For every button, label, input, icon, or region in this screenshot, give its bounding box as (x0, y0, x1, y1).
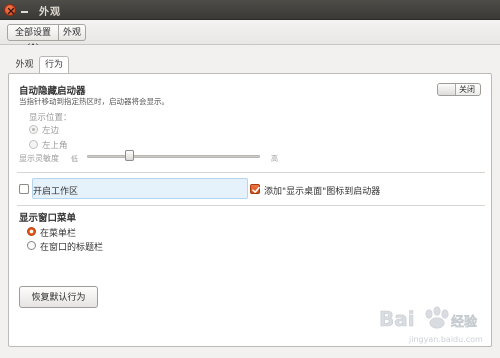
autohide-title: 自动隐藏启动器 (19, 86, 86, 97)
menu-in-titlebar-label: 在窗口的标题栏 (40, 243, 104, 253)
position-left-radio[interactable] (29, 125, 38, 134)
window-menu-title: 显示窗口菜单 (19, 213, 77, 224)
restore-defaults-button[interactable]: 恢复默认行为 (19, 286, 98, 308)
all-settings-button[interactable]: 全部设置(A) (7, 24, 59, 52)
autohide-description: 当指针移动到指定热区时，启动器将会显示。 (19, 97, 169, 106)
svg-text:Bai: Bai (379, 307, 415, 331)
show-desktop-label: 添加"显示桌面"图标到启动器 (264, 187, 381, 197)
breadcrumb-current[interactable]: 外观 (59, 24, 86, 41)
sensitivity-slider[interactable] (87, 155, 260, 158)
svg-text:经验: 经验 (451, 314, 478, 330)
sensitivity-low-label: 低 (71, 155, 78, 163)
menu-in-menubar-label: 在菜单栏 (40, 229, 77, 239)
checkmark-icon (252, 186, 260, 193)
baidu-watermark: Bai 经验 jingyan.baidu.com (377, 300, 489, 348)
toggle-label: 关闭 (459, 85, 475, 94)
sensitivity-high-label: 高 (271, 155, 278, 163)
tab-appearance[interactable]: 外观 (10, 58, 39, 74)
workspaces-checkbox[interactable] (19, 184, 29, 194)
sensitivity-slider-handle[interactable] (125, 150, 134, 161)
toolbar: 全部设置(A) 外观 (0, 20, 500, 52)
divider (17, 205, 485, 206)
window-title: 外观 (39, 7, 61, 18)
toggle-knob (438, 84, 456, 95)
svg-text:jingyan.baidu.com: jingyan.baidu.com (408, 335, 483, 344)
menu-in-menubar-radio[interactable] (27, 227, 36, 236)
title-bar: 外观 (0, 0, 500, 20)
close-icon[interactable] (4, 4, 16, 16)
position-label: 显示位置： (29, 113, 72, 123)
position-topleft-label: 左上角 (42, 141, 68, 151)
autohide-toggle[interactable]: 关闭 (437, 83, 481, 96)
menu-in-titlebar-radio[interactable] (27, 241, 36, 250)
position-topleft-radio[interactable] (29, 140, 38, 149)
show-desktop-checkbox[interactable] (250, 184, 260, 194)
divider (17, 172, 485, 173)
minimize-icon[interactable] (20, 5, 30, 15)
workspaces-label: 开启工作区 (33, 187, 79, 197)
tab-behavior[interactable]: 行为 (39, 56, 69, 74)
sensitivity-label: 显示灵敏度 (19, 154, 59, 163)
position-left-label: 左边 (42, 126, 60, 136)
baidu-paw-icon: Bai 经验 jingyan.baidu.com (379, 306, 483, 344)
